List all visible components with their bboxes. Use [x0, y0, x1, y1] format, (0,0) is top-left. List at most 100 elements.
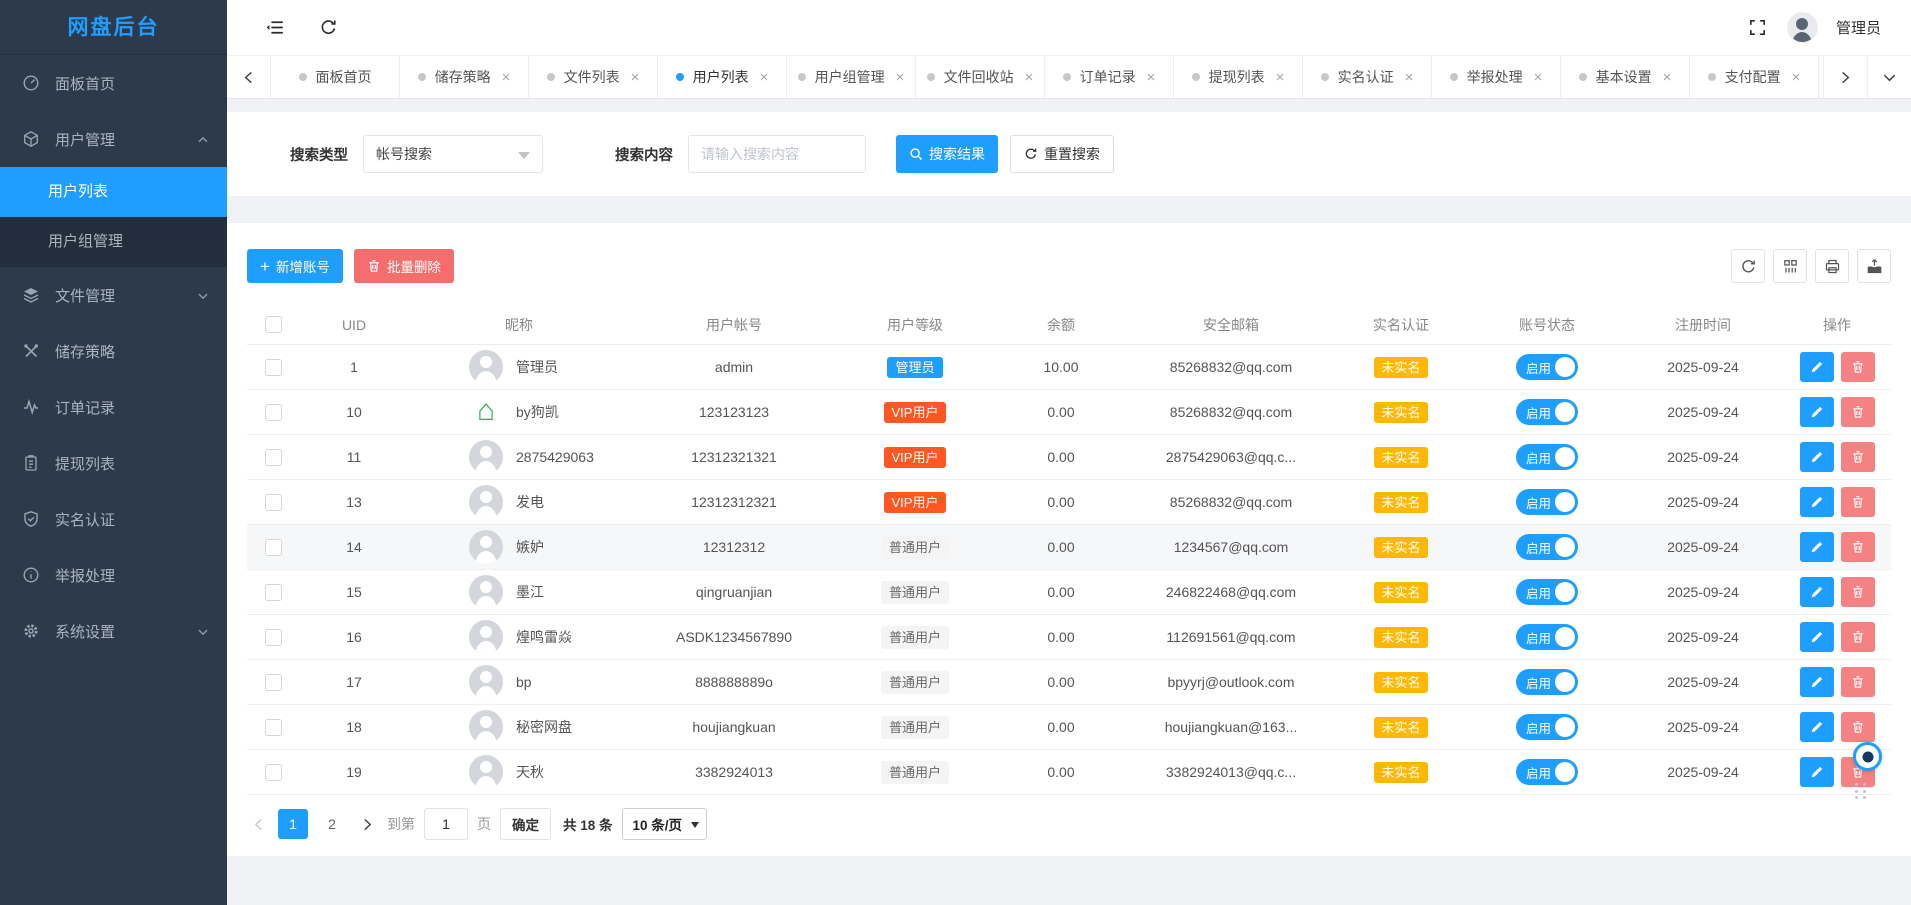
sidebar-item-withdrawals[interactable]: 提现列表	[0, 435, 227, 491]
refresh-page-icon[interactable]	[317, 17, 339, 39]
tabs-menu-icon[interactable]	[1867, 56, 1911, 98]
sidebar-item-user-management[interactable]: 用户管理	[0, 111, 227, 167]
tab-close-icon[interactable]	[1534, 70, 1543, 85]
edit-button[interactable]	[1800, 487, 1834, 517]
edit-button[interactable]	[1800, 532, 1834, 562]
floating-action-button[interactable]	[1853, 742, 1882, 771]
delete-button[interactable]	[1841, 622, 1875, 652]
row-checkbox[interactable]	[265, 584, 282, 601]
prev-page-icon[interactable]	[247, 818, 269, 831]
delete-button[interactable]	[1841, 352, 1875, 382]
tab-item[interactable]: 文件回收站	[916, 56, 1045, 98]
status-toggle[interactable]: 启用	[1516, 624, 1578, 650]
next-page-icon[interactable]	[356, 818, 378, 831]
row-checkbox[interactable]	[265, 359, 282, 376]
status-toggle[interactable]: 启用	[1516, 759, 1578, 785]
tab-close-icon[interactable]	[1792, 70, 1801, 85]
status-toggle[interactable]: 启用	[1516, 579, 1578, 605]
tab-close-icon[interactable]	[1405, 70, 1414, 85]
edit-button[interactable]	[1800, 577, 1834, 607]
sidebar-subitem-user-list[interactable]: 用户列表	[0, 167, 227, 217]
delete-button[interactable]	[1841, 442, 1875, 472]
tab-item[interactable]: 基本设置	[1561, 56, 1690, 98]
refresh-table-icon[interactable]	[1731, 249, 1765, 283]
admin-avatar[interactable]	[1787, 12, 1818, 43]
edit-button[interactable]	[1800, 667, 1834, 697]
drag-handle-icon[interactable]	[1855, 783, 1868, 800]
status-toggle[interactable]: 启用	[1516, 714, 1578, 740]
sidebar-item-report-handling[interactable]: 举报处理	[0, 547, 227, 603]
delete-button[interactable]	[1841, 667, 1875, 697]
confirm-page-button[interactable]: 确定	[500, 808, 551, 840]
edit-button[interactable]	[1800, 757, 1834, 787]
search-button[interactable]: 搜索结果	[896, 135, 998, 173]
row-checkbox[interactable]	[265, 494, 282, 511]
print-icon[interactable]	[1815, 249, 1849, 283]
tab-item[interactable]: 面板首页	[271, 56, 400, 98]
tab-item[interactable]: 提现列表	[1174, 56, 1303, 98]
search-type-select[interactable]: 帐号搜索	[363, 135, 543, 173]
select-all-checkbox[interactable]	[265, 316, 282, 333]
sidebar-item-storage-policy[interactable]: 储存策略	[0, 323, 227, 379]
row-checkbox[interactable]	[265, 404, 282, 421]
status-toggle[interactable]: 启用	[1516, 444, 1578, 470]
status-toggle[interactable]: 启用	[1516, 489, 1578, 515]
edit-button[interactable]	[1800, 352, 1834, 382]
tab-item[interactable]: 用户组管理	[787, 56, 916, 98]
batch-delete-button[interactable]: 批量删除	[354, 249, 454, 283]
admin-name[interactable]: 管理员	[1836, 17, 1881, 38]
delete-button[interactable]	[1841, 397, 1875, 427]
tab-close-icon[interactable]	[896, 70, 905, 85]
status-toggle[interactable]: 启用	[1516, 669, 1578, 695]
tab-item[interactable]: 储存策略	[400, 56, 529, 98]
reset-search-button[interactable]: 重置搜索	[1010, 135, 1114, 173]
tab-close-icon[interactable]	[631, 70, 640, 85]
search-input[interactable]	[688, 135, 866, 173]
tab-item[interactable]: 实名认证	[1303, 56, 1432, 98]
tabs-scroll-left-icon[interactable]	[227, 56, 271, 98]
tabs-scroll-right-icon[interactable]	[1823, 56, 1867, 98]
tab-item-active[interactable]: 用户列表	[658, 56, 787, 98]
edit-button[interactable]	[1800, 442, 1834, 472]
page-number-1[interactable]: 1	[278, 809, 308, 839]
row-checkbox[interactable]	[265, 539, 282, 556]
tab-close-icon[interactable]	[1276, 70, 1285, 85]
row-checkbox[interactable]	[265, 764, 282, 781]
edit-button[interactable]	[1800, 622, 1834, 652]
delete-button[interactable]	[1841, 487, 1875, 517]
status-toggle[interactable]: 启用	[1516, 399, 1578, 425]
per-page-select[interactable]: 10 条/页	[622, 808, 708, 840]
columns-filter-icon[interactable]	[1773, 249, 1807, 283]
tab-close-icon[interactable]	[1663, 70, 1672, 85]
collapse-sidebar-icon[interactable]	[263, 17, 285, 39]
status-toggle[interactable]: 启用	[1516, 534, 1578, 560]
goto-page-input[interactable]	[424, 808, 468, 840]
tab-close-icon[interactable]	[1025, 70, 1034, 85]
tab-close-icon[interactable]	[1147, 70, 1156, 85]
tab-close-icon[interactable]	[502, 70, 511, 85]
sidebar-item-orders[interactable]: 订单记录	[0, 379, 227, 435]
fullscreen-icon[interactable]	[1747, 17, 1769, 39]
status-toggle[interactable]: 启用	[1516, 354, 1578, 380]
row-checkbox[interactable]	[265, 674, 282, 691]
page-number-2[interactable]: 2	[317, 809, 347, 839]
sidebar-item-dashboard[interactable]: 面板首页	[0, 55, 227, 111]
tab-item[interactable]: 订单记录	[1045, 56, 1174, 98]
row-checkbox[interactable]	[265, 449, 282, 466]
edit-button[interactable]	[1800, 397, 1834, 427]
sidebar-item-system-settings[interactable]: 系统设置	[0, 603, 227, 659]
export-icon[interactable]	[1857, 249, 1891, 283]
row-checkbox[interactable]	[265, 719, 282, 736]
tab-item[interactable]: 文件列表	[529, 56, 658, 98]
delete-button[interactable]	[1841, 532, 1875, 562]
sidebar-item-realname-verify[interactable]: 实名认证	[0, 491, 227, 547]
row-checkbox[interactable]	[265, 629, 282, 646]
tab-item[interactable]: 支付配置	[1690, 56, 1819, 98]
tab-close-icon[interactable]	[760, 70, 769, 85]
sidebar-item-file-management[interactable]: 文件管理	[0, 267, 227, 323]
delete-button[interactable]	[1841, 577, 1875, 607]
edit-button[interactable]	[1800, 712, 1834, 742]
sidebar-subitem-user-group[interactable]: 用户组管理	[0, 217, 227, 267]
tab-item[interactable]: 举报处理	[1432, 56, 1561, 98]
add-account-button[interactable]: +新增账号	[247, 249, 343, 283]
